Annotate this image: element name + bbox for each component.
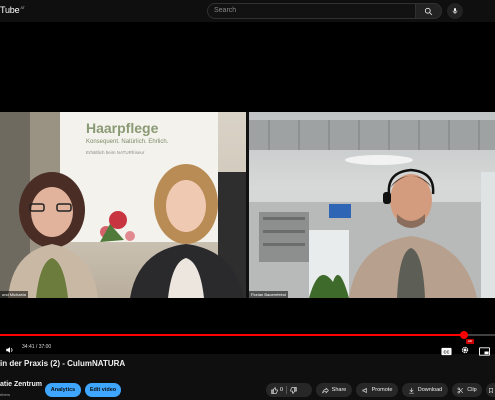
video-participant-left: Haarpflege Konsequent. Natürlich. Ehrlic… [0, 112, 246, 298]
analytics-button[interactable]: Analytics [45, 383, 81, 397]
like-dislike-group: 0 [266, 383, 312, 397]
search-icon [424, 7, 433, 15]
video-title: in der Praxis (2) - CulumNATURA [0, 359, 126, 368]
thumbs-down-icon [290, 387, 297, 394]
miniplayer-button[interactable] [479, 343, 490, 361]
volume-button[interactable] [5, 342, 15, 360]
time-total: 37:00 [38, 344, 52, 350]
masthead: TubeAT Search [0, 0, 495, 22]
progress-scrubber-handle[interactable] [460, 331, 469, 339]
logo-text: Tube [0, 5, 20, 15]
time-current: 34:41 [22, 344, 35, 350]
megaphone-icon [362, 387, 367, 393]
channel-subscribers: ribers [0, 392, 11, 397]
progress-bar[interactable] [0, 331, 495, 339]
promote-button[interactable]: Promote [356, 383, 398, 397]
time-display: 34:41 / 37:00 [22, 344, 51, 350]
clip-button[interactable]: Clip [452, 383, 482, 397]
analytics-label: Analytics [50, 387, 76, 393]
dislike-button[interactable] [290, 381, 297, 399]
video-player[interactable]: Haarpflege Konsequent. Natürlich. Ehrlic… [0, 22, 495, 356]
thumbs-up-icon [271, 386, 278, 394]
subtitles-button[interactable]: CC [441, 343, 452, 361]
progress-bar-played [0, 334, 465, 336]
clip-label: Clip [467, 387, 477, 393]
poster-title: Haarpflege [86, 120, 159, 136]
like-divider [286, 386, 288, 394]
microphone-icon [452, 8, 458, 14]
download-label: Download [417, 387, 443, 393]
right-scene-image [249, 120, 495, 298]
logo-region: AT [20, 5, 25, 10]
more-actions-button[interactable] [486, 383, 495, 397]
poster-subline: Erhältlich beim NATURfriseur [86, 150, 145, 155]
svg-text:CC: CC [444, 349, 450, 354]
video-frame[interactable]: Haarpflege Konsequent. Natürlich. Ehrlic… [0, 112, 495, 298]
gear-icon [461, 346, 469, 354]
youtube-logo[interactable]: TubeAT [0, 5, 25, 15]
share-label: Share [331, 387, 347, 393]
share-button[interactable]: Share [316, 383, 352, 397]
miniplayer-icon [479, 347, 490, 356]
save-icon [488, 387, 493, 393]
hd-badge: HD [466, 339, 474, 344]
edit-video-label: Edit video [89, 387, 117, 393]
poster-tagline: Konsequent. Natürlich. Ehrlich. [86, 139, 169, 145]
like-count: 0 [280, 387, 284, 393]
scissors-icon [457, 387, 464, 393]
download-button[interactable]: Download [402, 383, 448, 397]
player-controls: 34:41 / 37:00 CC HD [0, 339, 495, 356]
search-input[interactable]: Search [207, 3, 415, 19]
settings-button[interactable]: HD [460, 339, 474, 360]
video-participant-right: Florian Bauernfeind [249, 112, 495, 298]
search-placeholder: Search [214, 7, 237, 14]
closed-captions-icon: CC [441, 347, 452, 356]
voice-search-button[interactable] [447, 3, 463, 19]
participant-name-tag-left: und Michaela [0, 291, 28, 298]
volume-icon [6, 347, 13, 353]
share-icon [321, 386, 329, 394]
search-button[interactable] [415, 3, 442, 19]
promote-label: Promote [371, 387, 393, 393]
channel-name[interactable]: atie Zentrum [0, 381, 42, 388]
like-button[interactable]: 0 [271, 386, 284, 394]
edit-video-button[interactable]: Edit video [85, 383, 121, 397]
participant-name-tag-right: Florian Bauernfeind [249, 291, 288, 298]
download-icon [408, 387, 414, 393]
